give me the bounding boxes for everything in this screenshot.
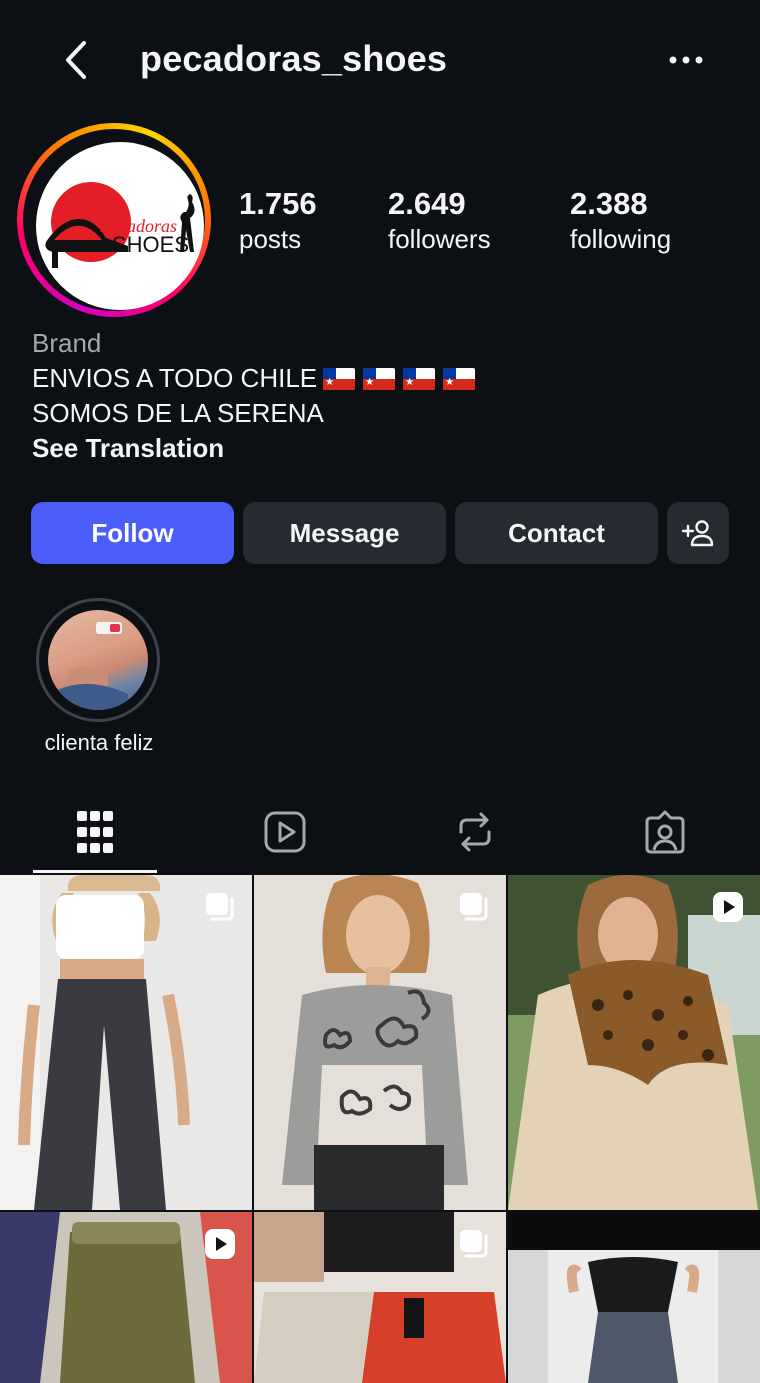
reel-icon xyxy=(713,892,743,922)
grid-icon xyxy=(77,811,113,853)
see-translation-link[interactable]: See Translation xyxy=(32,431,475,466)
posts-label: posts xyxy=(239,224,302,254)
post-thumbnail[interactable] xyxy=(254,875,506,1210)
post-thumbnail[interactable] xyxy=(508,1212,760,1383)
more-options-button[interactable] xyxy=(662,44,710,76)
following-count: 2.388 xyxy=(570,186,648,221)
chile-flag-icon: ★ xyxy=(443,367,476,390)
chile-flag-icon: ★ xyxy=(403,367,436,390)
highlight-label: clienta feliz xyxy=(44,730,154,755)
reposts-icon xyxy=(459,812,491,852)
suggested-people-button[interactable] xyxy=(667,502,729,564)
profile-tabs xyxy=(0,790,760,874)
contact-button[interactable]: Contact xyxy=(455,502,658,564)
top-bar: pecadoras_shoes xyxy=(0,0,760,120)
active-tab-indicator xyxy=(33,870,157,873)
reels-icon xyxy=(264,811,306,853)
profile-category: Brand xyxy=(32,328,102,358)
tab-tagged[interactable] xyxy=(570,790,760,874)
tagged-icon xyxy=(645,810,685,854)
profile-bio: Brand ENVIOS A TODO CHILE ★ ★ ★ ★ SOMOS … xyxy=(32,326,476,466)
back-button[interactable] xyxy=(56,38,96,82)
following-label: following xyxy=(570,224,672,254)
svg-text:SHOES: SHOES xyxy=(112,232,189,257)
carousel-icon xyxy=(206,893,234,921)
followers-label: followers xyxy=(388,224,491,254)
profile-username: pecadoras_shoes xyxy=(140,38,448,79)
story-highlight[interactable]: clienta feliz xyxy=(36,598,162,756)
bio-line-1: ENVIOS A TODO CHILE ★ ★ ★ ★ xyxy=(32,361,476,396)
carousel-icon xyxy=(460,1230,488,1258)
carousel-icon xyxy=(460,893,488,921)
bio-line-2: SOMOS DE LA SERENA xyxy=(32,398,324,428)
highlight-thumbnail xyxy=(48,610,148,710)
post-thumbnail[interactable] xyxy=(254,1212,506,1383)
message-button[interactable]: Message xyxy=(243,502,446,564)
posts-stat[interactable]: 1.756 posts xyxy=(239,186,317,256)
tab-reposts[interactable] xyxy=(380,790,570,874)
post-thumbnail[interactable] xyxy=(0,1212,252,1383)
add-person-icon xyxy=(682,520,714,547)
profile-actions: Follow Message Contact xyxy=(0,502,760,564)
highlight-ring xyxy=(36,598,160,722)
brand-logo: Pecadoras SHOES xyxy=(45,182,195,268)
profile-avatar[interactable]: Pecadoras SHOES xyxy=(36,142,204,310)
more-horizontal-icon xyxy=(669,56,703,64)
posts-count: 1.756 xyxy=(239,186,317,221)
post-thumbnail[interactable] xyxy=(0,875,252,1210)
follow-button[interactable]: Follow xyxy=(31,502,234,564)
post-thumbnail[interactable] xyxy=(508,875,760,1210)
posts-grid xyxy=(0,875,760,1383)
tab-posts[interactable] xyxy=(0,790,190,874)
followers-count: 2.649 xyxy=(388,186,466,221)
story-ring[interactable]: Pecadoras SHOES xyxy=(17,123,211,317)
chevron-left-icon xyxy=(66,41,86,79)
chile-flag-icon: ★ xyxy=(363,367,396,390)
chile-flag-icon: ★ xyxy=(323,367,356,390)
reel-icon xyxy=(205,1229,235,1259)
tab-reels[interactable] xyxy=(190,790,380,874)
followers-stat[interactable]: 2.649 followers xyxy=(388,186,491,256)
following-stat[interactable]: 2.388 following xyxy=(570,186,671,256)
